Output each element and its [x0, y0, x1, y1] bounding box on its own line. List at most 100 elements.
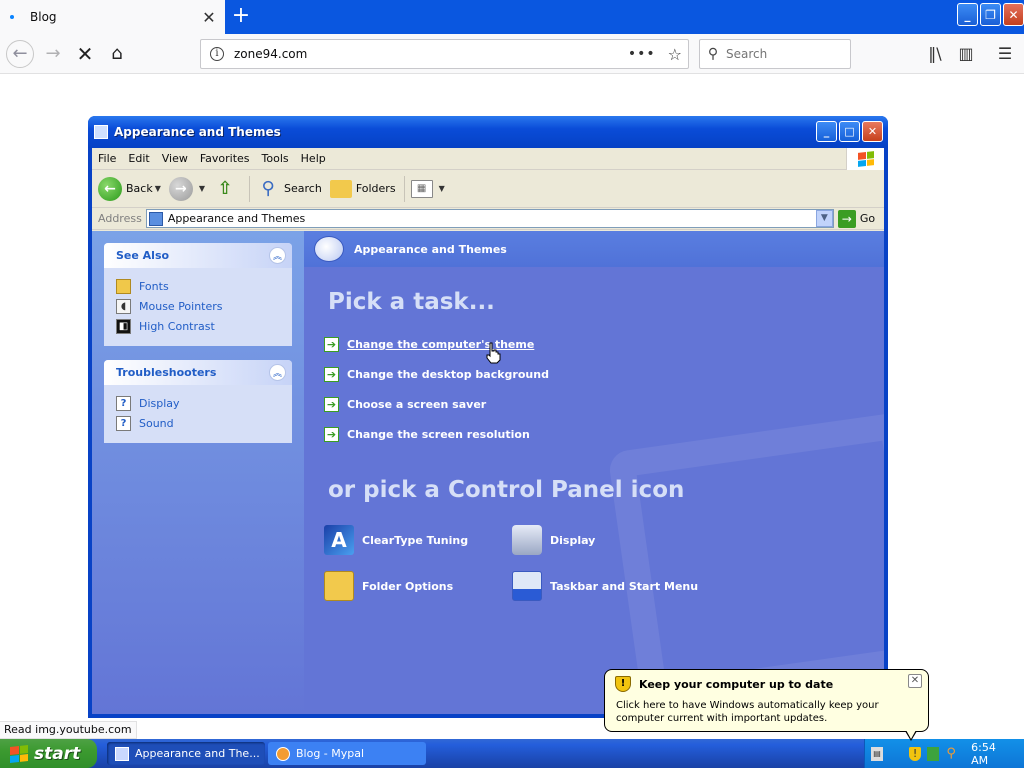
- menu-icon[interactable]: ☰: [994, 44, 1016, 63]
- tab-close-icon[interactable]: ✕: [199, 8, 219, 27]
- forward-icon: →: [168, 176, 193, 201]
- browser-tab-bar: Blog ✕ + _ ❐ ✕: [0, 0, 1024, 34]
- restore-button[interactable]: ❐: [980, 3, 1001, 26]
- menu-tools[interactable]: Tools: [256, 152, 295, 165]
- cp-cleartype-tuning[interactable]: A ClearType Tuning: [324, 525, 468, 555]
- cleartype-icon: A: [324, 525, 354, 555]
- keyboard-icon[interactable]: ▤: [871, 746, 884, 761]
- up-button[interactable]: ⇧: [213, 177, 241, 201]
- views-button[interactable]: ▦ ▼: [410, 179, 445, 198]
- task-screen-saver[interactable]: ➔ Choose a screen saver: [324, 397, 486, 412]
- high-contrast-icon: ◧: [116, 318, 131, 334]
- bookmark-star-icon[interactable]: ☆: [668, 45, 682, 64]
- new-tab-button[interactable]: +: [228, 4, 254, 30]
- library-icon[interactable]: ‖\: [924, 44, 946, 63]
- address-label: Address: [98, 212, 142, 225]
- see-also-mouse-pointers[interactable]: ◖ Mouse Pointers: [116, 296, 280, 316]
- task-change-theme[interactable]: ➔ Change the computer's theme: [324, 337, 534, 352]
- sidebar-icon[interactable]: ▥: [955, 44, 977, 63]
- forward-dropdown-icon[interactable]: ▼: [199, 184, 205, 193]
- security-shield-icon[interactable]: !: [909, 746, 922, 761]
- see-also-list: Fonts ◖ Mouse Pointers ◧ High Contrast: [104, 268, 292, 346]
- browser-window-controls: _ ❐ ✕: [955, 3, 1024, 26]
- menu-edit[interactable]: Edit: [122, 152, 155, 165]
- search-button[interactable]: ⚲ Search: [256, 177, 322, 201]
- troubleshooters-header[interactable]: Troubleshooters ︽: [104, 360, 292, 385]
- troubleshooter-display[interactable]: ? Display: [116, 393, 280, 413]
- control-panel-icon: [148, 211, 163, 226]
- update-balloon[interactable]: ! Keep your computer up to date ✕ Click …: [604, 669, 929, 741]
- cp-taskbar-start-menu[interactable]: Taskbar and Start Menu: [512, 571, 698, 601]
- start-label: start: [34, 743, 81, 764]
- taskbar-button-appearance[interactable]: Appearance and The...: [107, 742, 265, 765]
- url-bar[interactable]: i zone94.com ••• ☆: [200, 39, 689, 69]
- menu-help[interactable]: Help: [295, 152, 332, 165]
- go-button[interactable]: → Go: [837, 209, 875, 228]
- magnifier-tray-icon[interactable]: ⚲: [945, 746, 957, 761]
- task-screen-resolution[interactable]: ➔ Change the screen resolution: [324, 427, 530, 442]
- troubleshooter-sound[interactable]: ? Sound: [116, 413, 280, 433]
- mouse-icon: ◖: [116, 298, 131, 314]
- xp-content: See Also ︽ Fonts ◖ Mouse Pointers ◧ High…: [92, 231, 884, 714]
- taskbar-button-label: Appearance and The...: [135, 747, 260, 760]
- standard-toolbar: ← Back ▼ → ▼ ⇧ ⚲ Search Folders ▦ ▼: [92, 170, 884, 208]
- address-dropdown-icon[interactable]: ▼: [815, 210, 833, 227]
- back-button[interactable]: ← Back ▼: [98, 176, 161, 201]
- forward-button[interactable]: → ▼: [168, 176, 205, 201]
- xp-minimize-button[interactable]: _: [816, 121, 837, 142]
- minimize-button[interactable]: _: [957, 3, 978, 26]
- search-box[interactable]: ⚲: [699, 39, 851, 69]
- xp-window-body: File Edit View Favorites Tools Help ← Ba…: [92, 148, 884, 714]
- see-also-header[interactable]: See Also ︽: [104, 243, 292, 268]
- see-also-fonts[interactable]: Fonts: [116, 276, 280, 296]
- display-icon: [512, 525, 542, 555]
- taskbar-icon: [512, 571, 542, 601]
- folders-label: Folders: [355, 182, 396, 195]
- views-dropdown-icon[interactable]: ▼: [439, 184, 445, 193]
- home-icon[interactable]: ⌂: [104, 41, 130, 67]
- site-info-icon[interactable]: i: [210, 47, 224, 61]
- back-arrow-icon[interactable]: ←: [6, 40, 34, 68]
- watermark-graphic: [607, 411, 884, 711]
- address-value[interactable]: Appearance and Themes: [168, 212, 305, 225]
- url-text[interactable]: zone94.com: [234, 47, 628, 61]
- page-actions-icon[interactable]: •••: [628, 46, 656, 62]
- network-icon[interactable]: [927, 746, 940, 761]
- category-view: Appearance and Themes Pick a task... ➔ C…: [304, 231, 884, 714]
- xp-maximize-button[interactable]: □: [839, 121, 860, 142]
- back-dropdown-icon[interactable]: ▼: [155, 184, 161, 193]
- balloon-close-icon[interactable]: ✕: [908, 674, 922, 688]
- folders-button[interactable]: Folders: [329, 179, 396, 198]
- start-button[interactable]: start: [0, 739, 97, 768]
- stop-icon[interactable]: ✕: [72, 41, 98, 67]
- cp-display[interactable]: Display: [512, 525, 595, 555]
- back-icon: ←: [98, 176, 122, 201]
- search-label: Search: [284, 182, 322, 195]
- see-also-fonts-label: Fonts: [139, 279, 169, 293]
- toolbar-separator: [403, 175, 405, 202]
- browser-tab[interactable]: Blog ✕: [0, 0, 225, 34]
- cp-folder-options[interactable]: Folder Options: [324, 571, 453, 601]
- address-field[interactable]: Appearance and Themes ▼: [145, 209, 834, 228]
- close-button[interactable]: ✕: [1003, 3, 1024, 26]
- see-also-panel: See Also ︽ Fonts ◖ Mouse Pointers ◧ High…: [104, 243, 292, 346]
- cp-icon-label: Taskbar and Start Menu: [550, 579, 699, 593]
- cp-icon-label: Display: [550, 533, 596, 547]
- help-icon: ?: [116, 395, 131, 411]
- clock[interactable]: 6:54 AM: [971, 741, 1010, 767]
- xp-close-button[interactable]: ✕: [862, 121, 883, 142]
- xp-window: Appearance and Themes _ □ ✕ File Edit Vi…: [88, 116, 888, 718]
- search-input[interactable]: [726, 47, 836, 61]
- magnifier-icon: ⚲: [261, 178, 275, 199]
- xp-title-bar[interactable]: Appearance and Themes _ □ ✕: [88, 116, 888, 148]
- task-desktop-background[interactable]: ➔ Change the desktop background: [324, 367, 549, 382]
- taskbar-button-blog[interactable]: Blog - Mypal: [268, 742, 426, 765]
- collapse-chevron-icon[interactable]: ︽: [269, 247, 286, 264]
- troubleshooter-display-label: Display: [139, 396, 180, 410]
- menu-view[interactable]: View: [156, 152, 194, 165]
- forward-arrow-icon[interactable]: →: [40, 41, 66, 67]
- collapse-chevron-icon[interactable]: ︽: [269, 364, 286, 381]
- menu-favorites[interactable]: Favorites: [194, 152, 256, 165]
- menu-file[interactable]: File: [92, 152, 122, 165]
- see-also-high-contrast[interactable]: ◧ High Contrast: [116, 316, 280, 336]
